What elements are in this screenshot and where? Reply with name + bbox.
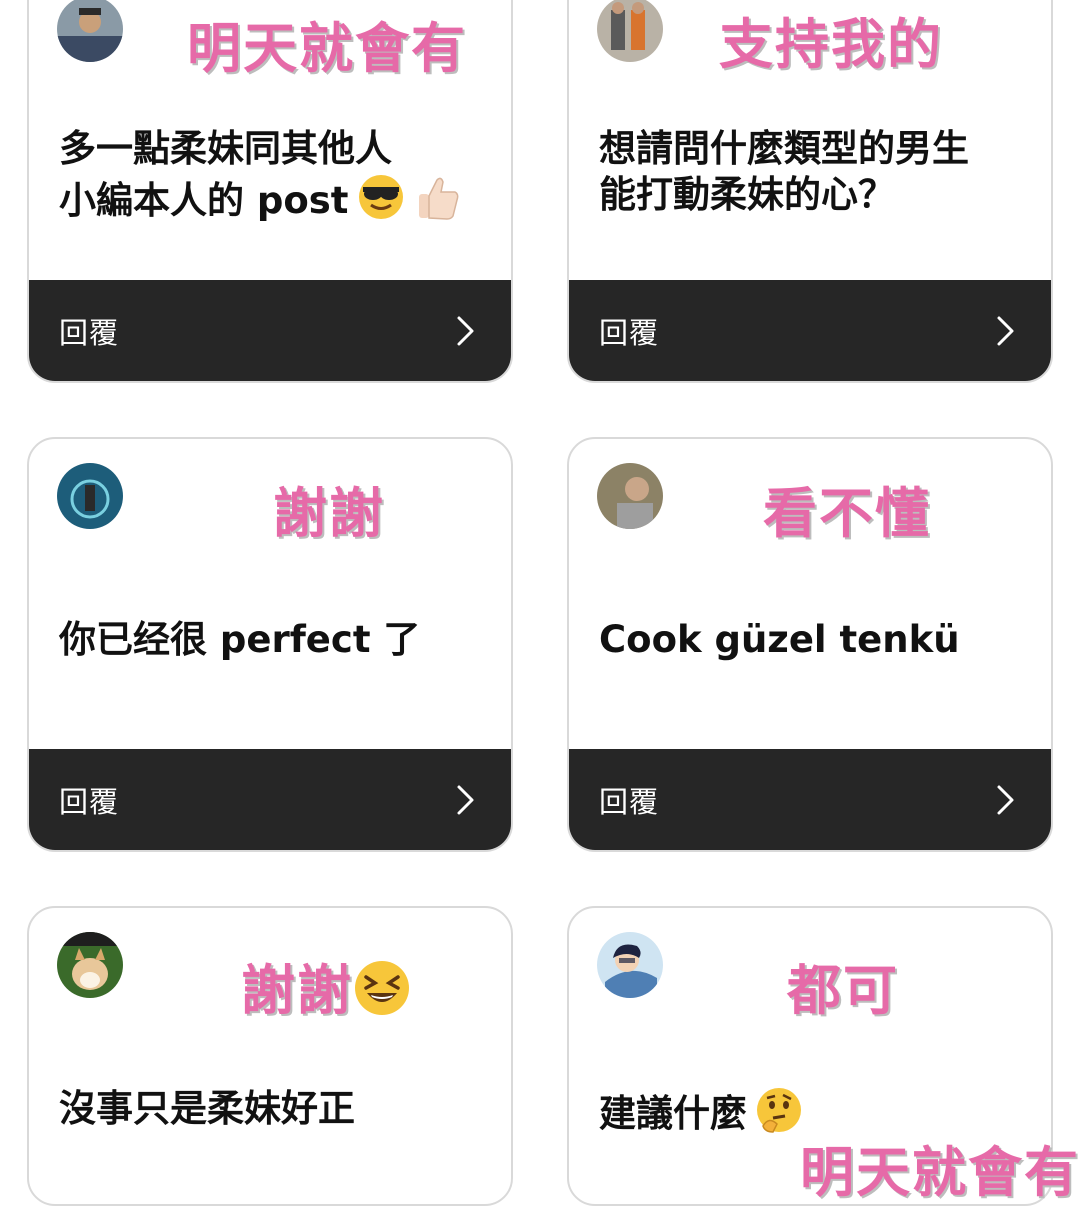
chevron-right-icon — [995, 314, 1017, 348]
reply-label: 回覆 — [59, 784, 120, 819]
overlay-label: 謝謝 — [241, 959, 353, 1022]
chevron-right-icon — [455, 783, 477, 817]
avatar — [57, 932, 123, 998]
overlay-text: 支持我的 — [719, 13, 943, 76]
reply-button[interactable]: 回覆 — [29, 280, 511, 381]
overlay-text: 謝謝 — [241, 946, 411, 1030]
reply-button[interactable]: 回覆 — [29, 749, 511, 850]
overlay-text: 明天就會有 — [187, 17, 467, 80]
thumbs-up-emoji — [413, 172, 461, 233]
question-text: 沒事只是柔妹好正 — [59, 1086, 487, 1132]
question-label: 沒事只是柔妹好正 — [59, 1087, 355, 1130]
overlay-text: 都可 — [787, 959, 899, 1022]
reply-button[interactable]: 回覆 — [569, 280, 1051, 381]
chevron-right-icon — [455, 314, 477, 348]
question-label: 你已经很 perfect 了 — [59, 618, 421, 661]
reply-label: 回覆 — [599, 315, 660, 350]
question-label: Cook güzel tenkü — [599, 618, 960, 661]
avatar — [57, 0, 123, 62]
overlay-text: 謝謝 — [273, 482, 385, 545]
overlay-text: 看不懂 — [763, 482, 931, 545]
chevron-right-icon — [995, 783, 1017, 817]
reply-button[interactable]: 回覆 — [569, 749, 1051, 850]
question-text: 你已经很 perfect 了 — [59, 617, 487, 663]
reply-label: 回覆 — [59, 315, 120, 350]
avatar — [597, 932, 663, 998]
question-label: 想請問什麼類型的男生 能打動柔妹的心？ — [599, 127, 969, 216]
sunglasses-emoji — [357, 173, 405, 232]
avatar — [597, 0, 663, 62]
avatar — [597, 463, 663, 529]
overlay-text: 明天就會有 — [800, 1141, 1080, 1204]
question-card: 支持我的 想請問什麼類型的男生 能打動柔妹的心？ 回覆 — [567, 0, 1053, 383]
question-card: 謝謝 沒事只是柔妹好正 — [27, 906, 513, 1206]
question-card: 謝謝 你已经很 perfect 了 回覆 — [27, 437, 513, 852]
reply-label: 回覆 — [599, 784, 660, 819]
question-text: 多一點柔妹同其他人 小編本人的 post — [59, 126, 487, 233]
laughing-emoji — [353, 959, 411, 1030]
thinking-emoji — [755, 1086, 803, 1145]
question-card: 看不懂 Cook güzel tenkü 回覆 — [567, 437, 1053, 852]
question-text: Cook güzel tenkü — [599, 617, 1027, 663]
question-label: 多一點柔妹同其他人 小編本人的 post — [59, 127, 392, 222]
question-card: 明天就會有 多一點柔妹同其他人 小編本人的 post 回覆 — [27, 0, 513, 383]
question-label: 建議什麼 — [599, 1092, 747, 1135]
avatar — [57, 463, 123, 529]
question-text: 想請問什麼類型的男生 能打動柔妹的心？ — [599, 126, 1027, 218]
